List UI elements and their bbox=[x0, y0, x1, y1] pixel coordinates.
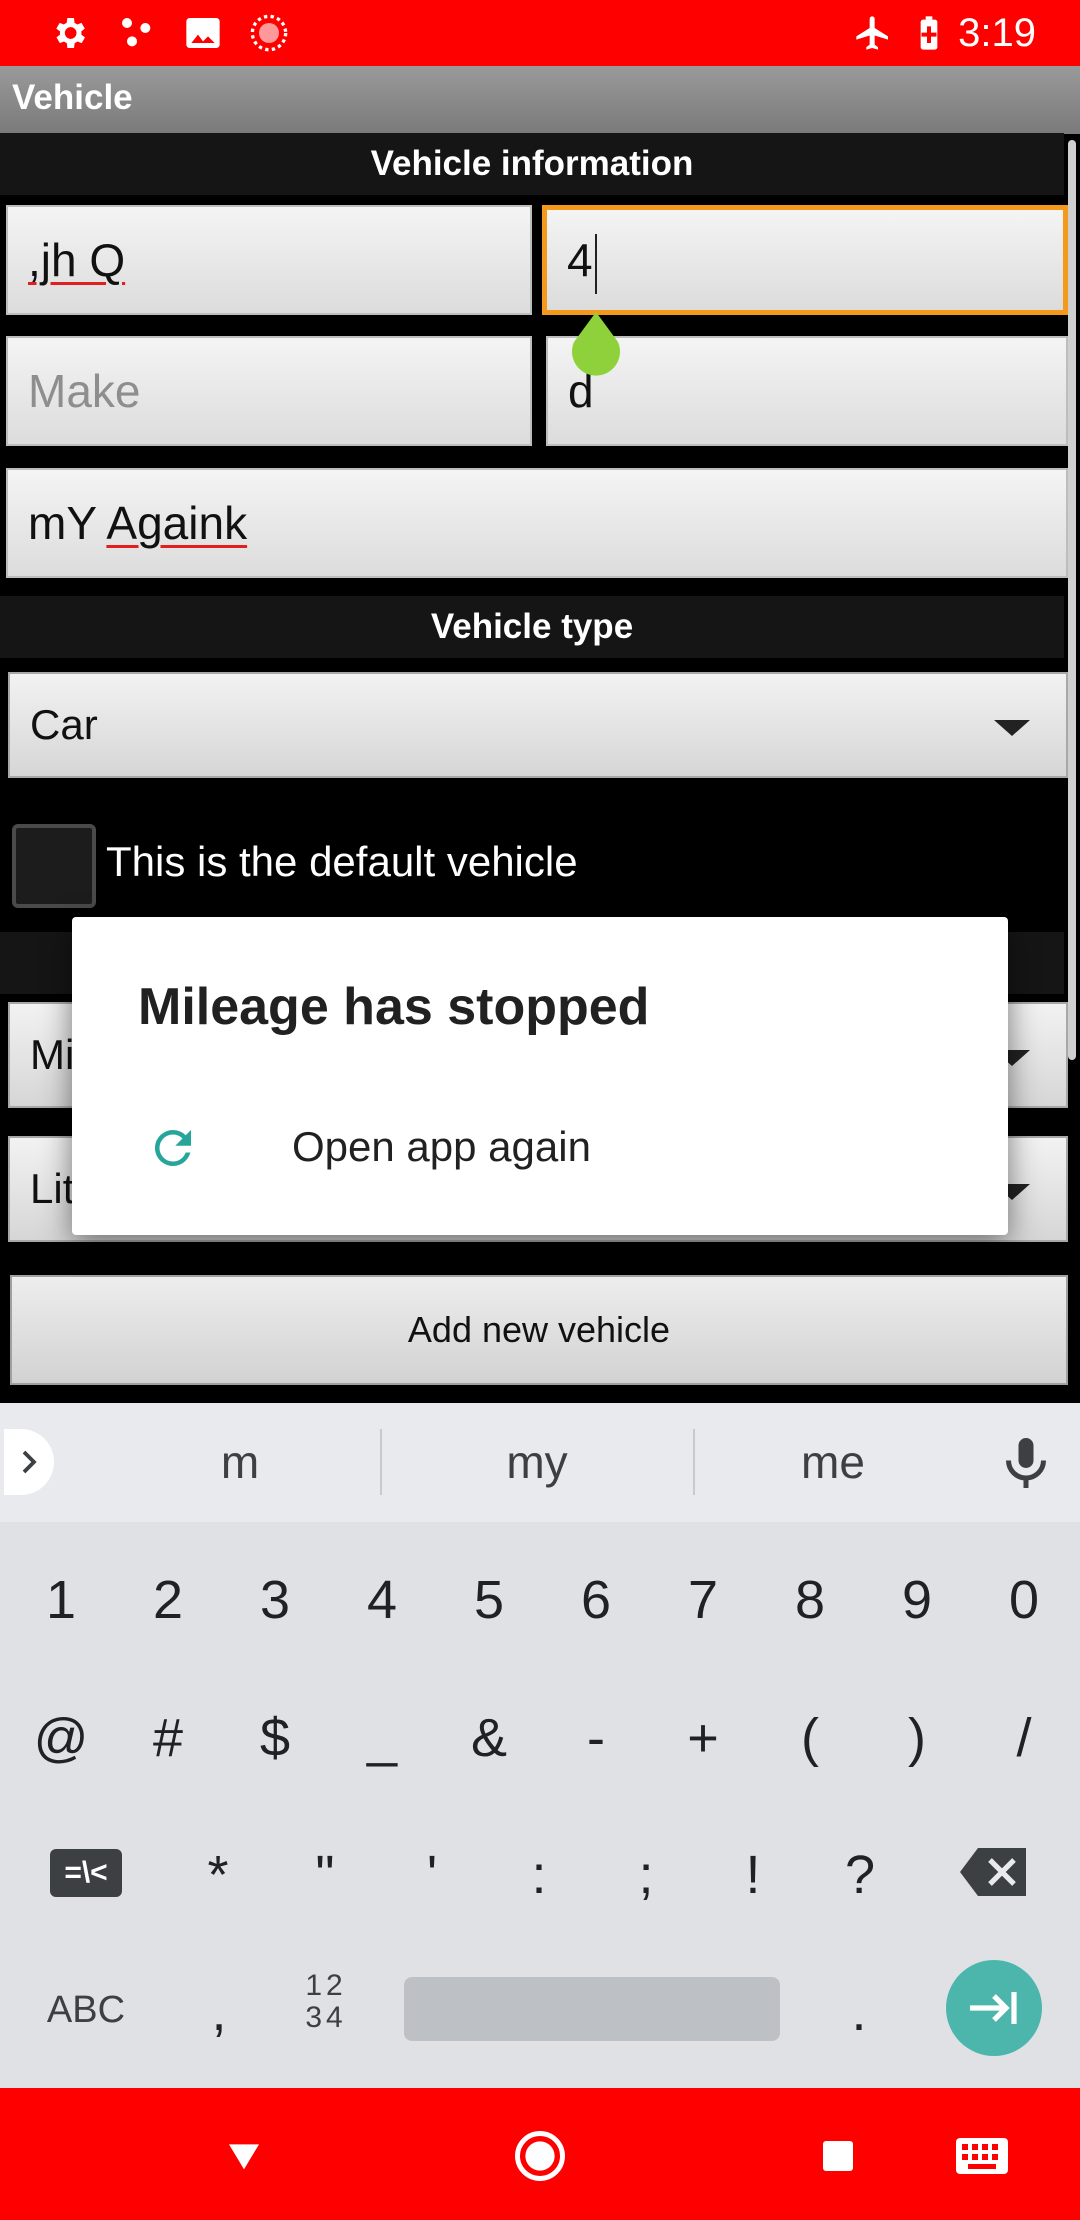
home-icon[interactable] bbox=[508, 2124, 572, 2188]
dialog-title: Mileage has stopped bbox=[138, 978, 650, 1036]
space-key[interactable] bbox=[404, 1977, 780, 2041]
period-key[interactable]: . bbox=[806, 1952, 912, 2072]
default-vehicle-checkbox[interactable] bbox=[12, 824, 96, 908]
symbol-key[interactable]: # bbox=[115, 1678, 221, 1798]
symbol-key[interactable]: ; bbox=[593, 1815, 699, 1935]
numpad-label-bottom: 34 bbox=[305, 2001, 347, 2034]
image-icon bbox=[182, 12, 224, 54]
year-value: 4 bbox=[567, 234, 593, 286]
notes-field[interactable]: mY Againk bbox=[6, 468, 1068, 578]
open-app-again-button[interactable]: Open app again bbox=[72, 1107, 1008, 1217]
vehicle-name-field[interactable]: ,jh Q bbox=[6, 205, 532, 315]
symbol-key[interactable]: " bbox=[272, 1815, 378, 1935]
symbol-key[interactable]: + bbox=[650, 1678, 756, 1798]
symbol-key[interactable]: - bbox=[543, 1678, 649, 1798]
microphone-icon[interactable] bbox=[996, 1433, 1056, 1493]
symbols-toggle-key[interactable]: =\< bbox=[50, 1849, 122, 1897]
suggestion-strip: m my me bbox=[0, 1403, 1080, 1522]
settings-icon bbox=[48, 12, 90, 54]
symbol-key[interactable]: ( bbox=[757, 1678, 863, 1798]
symbol-key[interactable]: : bbox=[486, 1815, 592, 1935]
symbol-key[interactable]: @ bbox=[8, 1678, 114, 1798]
number-key[interactable]: 2 bbox=[115, 1540, 221, 1660]
vehicle-type-header: Vehicle type bbox=[0, 596, 1064, 658]
refresh-icon bbox=[154, 1130, 191, 1166]
symbol-key[interactable]: $ bbox=[222, 1678, 328, 1798]
symbol-key[interactable]: * bbox=[165, 1815, 271, 1935]
abc-key[interactable]: ABC bbox=[26, 1980, 146, 2040]
tab-next-icon bbox=[970, 1992, 1017, 2024]
number-key[interactable]: 7 bbox=[650, 1540, 756, 1660]
enter-key[interactable] bbox=[946, 1960, 1042, 2056]
make-field[interactable]: Make bbox=[6, 336, 532, 446]
status-bar: 3:19 bbox=[0, 0, 1080, 66]
vehicle-information-header: Vehicle information bbox=[0, 133, 1064, 195]
vehicle-type-spinner[interactable]: Car bbox=[8, 672, 1068, 778]
cursor-handle[interactable] bbox=[568, 312, 624, 378]
scrollbar[interactable] bbox=[1068, 140, 1076, 1060]
symbol-key[interactable]: ! bbox=[700, 1815, 806, 1935]
symbol-key[interactable]: _ bbox=[329, 1678, 435, 1798]
recents-icon[interactable] bbox=[812, 2130, 864, 2182]
year-field[interactable]: 4 bbox=[542, 205, 1068, 315]
number-key[interactable]: 1 bbox=[8, 1540, 114, 1660]
comma-key[interactable]: , bbox=[166, 1952, 272, 2072]
symbol-key[interactable]: ) bbox=[864, 1678, 970, 1798]
number-key[interactable]: 0 bbox=[971, 1540, 1077, 1660]
distance-unit-selected: Mi bbox=[30, 1031, 75, 1078]
symbol-key[interactable]: / bbox=[971, 1678, 1077, 1798]
suggestion-1[interactable]: m bbox=[80, 1403, 400, 1522]
numpad-key[interactable]: 12 34 bbox=[290, 1970, 362, 2034]
number-key[interactable]: 5 bbox=[436, 1540, 542, 1660]
dropdown-arrow-icon bbox=[994, 720, 1030, 736]
action-bar: Vehicle bbox=[0, 66, 1080, 134]
model-field[interactable]: d bbox=[546, 336, 1068, 446]
number-key[interactable]: 3 bbox=[222, 1540, 328, 1660]
number-key[interactable]: 8 bbox=[757, 1540, 863, 1660]
vehicle-name-value: ,jh Q bbox=[28, 234, 126, 286]
text-cursor bbox=[594, 233, 597, 294]
number-key[interactable]: 9 bbox=[864, 1540, 970, 1660]
chevron-right-icon[interactable] bbox=[4, 1429, 54, 1495]
suggestion-3[interactable]: me bbox=[695, 1403, 971, 1522]
app-stopped-dialog: Mileage has stopped Open app again bbox=[72, 917, 1008, 1235]
airplane-mode-icon bbox=[852, 12, 894, 54]
app-title: Vehicle bbox=[12, 78, 133, 117]
battery-charging-icon bbox=[908, 12, 950, 54]
suggestion-2[interactable]: my bbox=[382, 1403, 692, 1522]
keyboard-switch-icon[interactable] bbox=[950, 2128, 1014, 2184]
add-new-vehicle-button[interactable]: Add new vehicle bbox=[10, 1275, 1068, 1385]
navigation-bar bbox=[0, 2088, 1080, 2220]
backspace-icon bbox=[960, 1848, 1026, 1896]
symbol-key[interactable]: ' bbox=[379, 1815, 485, 1935]
notes-value-misspelled: Againk bbox=[106, 497, 248, 549]
open-app-again-label: Open app again bbox=[292, 1123, 591, 1170]
record-icon bbox=[248, 12, 290, 54]
numpad-label-top: 12 bbox=[305, 1969, 347, 2002]
notes-value-prefix: mY bbox=[28, 497, 107, 549]
number-key[interactable]: 4 bbox=[329, 1540, 435, 1660]
backspace-key[interactable] bbox=[958, 1844, 1030, 1900]
symbol-key[interactable]: ? bbox=[807, 1815, 913, 1935]
default-vehicle-label: This is the default vehicle bbox=[106, 838, 578, 885]
vehicle-type-selected: Car bbox=[30, 701, 98, 748]
number-key[interactable]: 6 bbox=[543, 1540, 649, 1660]
back-icon[interactable] bbox=[216, 2128, 272, 2184]
symbol-key[interactable]: & bbox=[436, 1678, 542, 1798]
clock: 3:19 bbox=[958, 11, 1036, 55]
network-dots-icon bbox=[116, 12, 158, 54]
volume-unit-selected: Lit bbox=[30, 1165, 75, 1212]
